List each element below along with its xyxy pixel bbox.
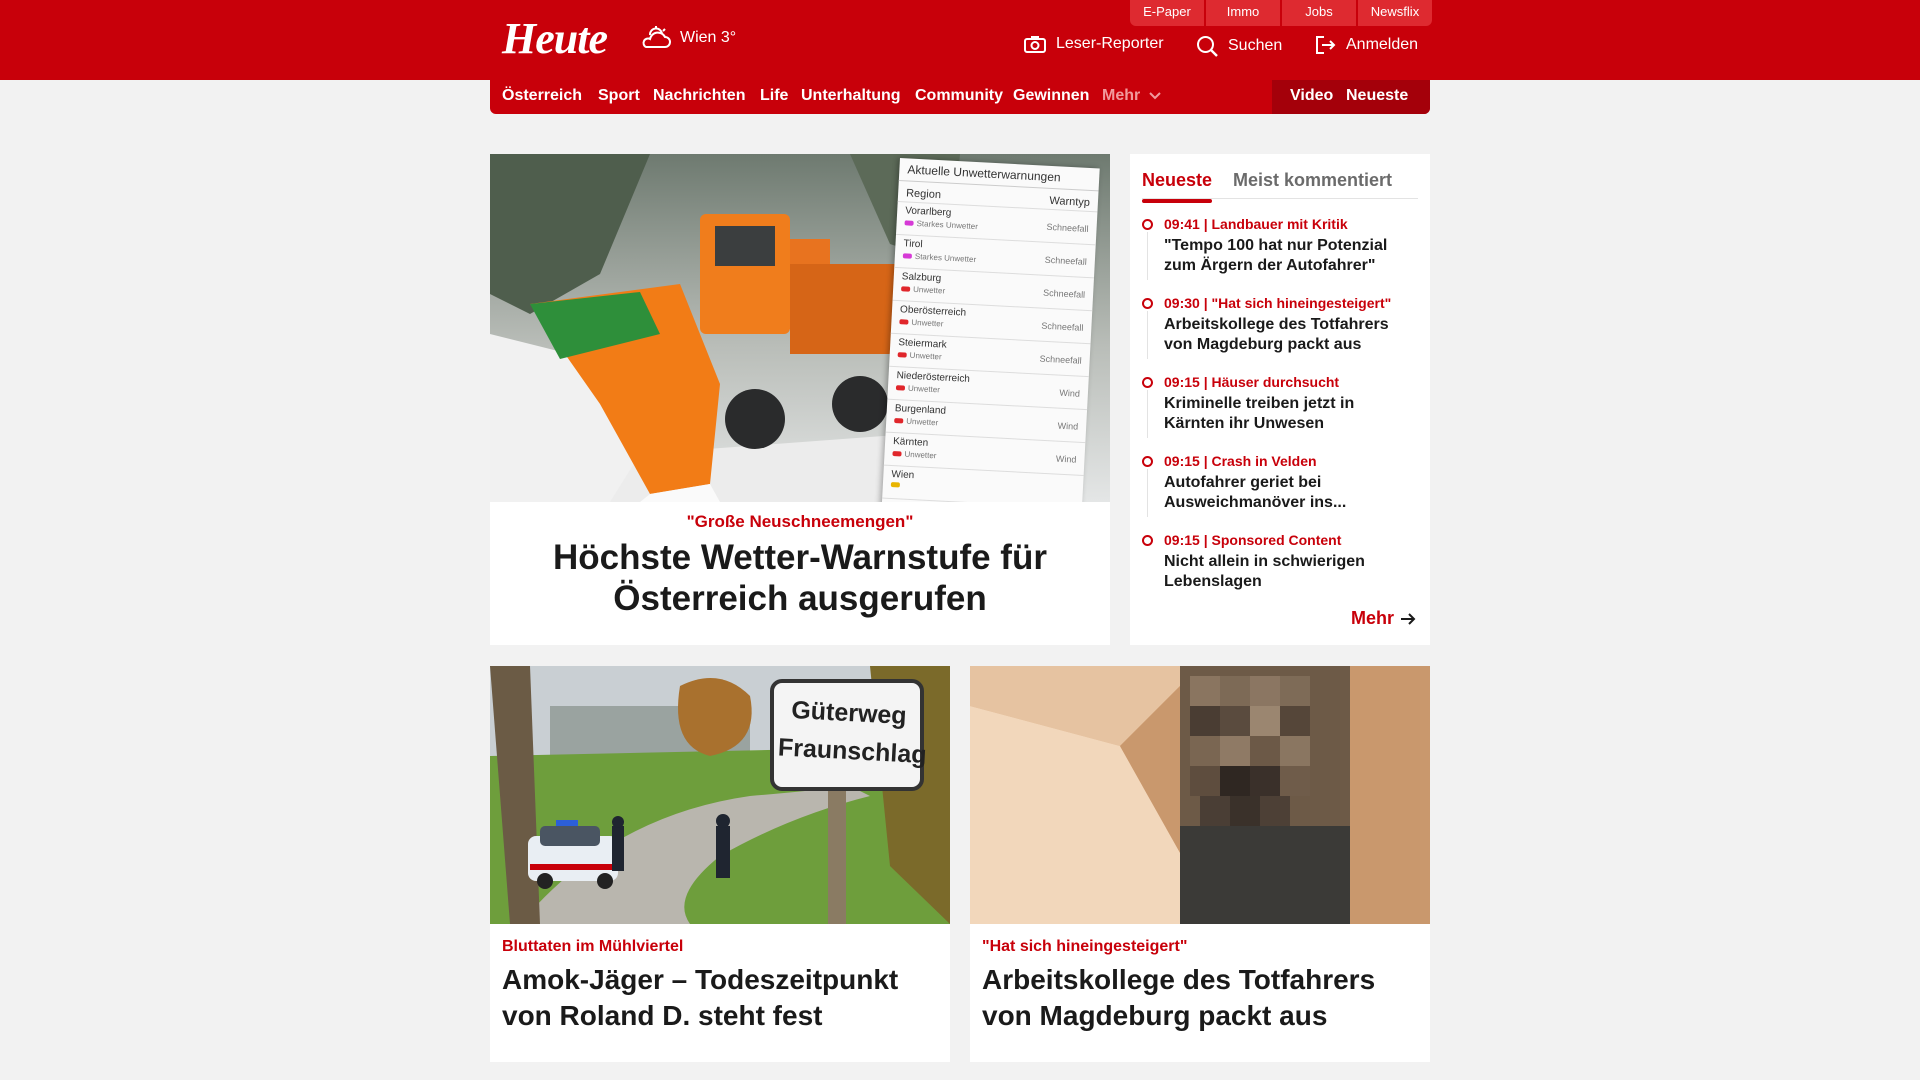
road-sign: Güterweg Fraunschlag [777,690,928,773]
news-item-meta: 09:30 | "Hat sich hineingesteigert" [1164,295,1392,311]
warning-level-swatch [890,481,901,488]
news-item-headline[interactable]: "Tempo 100 hat nur Potenzial zum Ärgern … [1164,236,1419,276]
pixelated-face [1180,666,1350,924]
heute-logo[interactable]: Heute [502,13,608,64]
warning-level-swatch [899,319,909,325]
search-button[interactable]: Suchen [1196,35,1282,57]
warnings-panel: Aktuelle Unwetterwarnungen Region Warnty… [881,158,1100,502]
hero-kicker: "Große Neuschneemengen" [686,512,914,531]
services-links: E-Paper Immo Jobs Newsflix [1130,0,1432,26]
news-item-meta: 09:15 | Häuser durchsucht [1164,374,1340,390]
warning-type: Schneefall [1041,320,1084,333]
search-icon [1197,36,1218,57]
warning-type: Schneefall [1042,287,1086,300]
latest-news-widget: Neueste Meist kommentiert 09:41 | Landba… [1130,154,1430,645]
news-item-headline[interactable]: Kriminelle treiben jetzt in Kärnten ihr … [1164,394,1419,434]
warning-level-swatch [902,253,913,259]
tab-neueste[interactable]: Neueste [1142,170,1213,203]
epaper-link[interactable]: E-Paper [1130,0,1204,26]
article-card[interactable]: Güterweg Fraunschlag Bluttaten im Mühlvi… [490,666,950,1062]
nav-item-unterhaltung[interactable]: Unterhaltung [801,87,901,105]
hero-image: Aktuelle Unwetterwarnungen Region Warnty… [490,154,1110,502]
warning-level-swatch [904,220,914,226]
latest-tabs: Neueste Meist kommentiert [1142,162,1418,203]
newsflix-link[interactable]: Newsflix [1358,0,1432,26]
nav-item-gewinnen[interactable]: Gewinnen [1013,87,1089,105]
timeline-line [1147,311,1148,359]
timeline-dot [1142,377,1153,388]
article-card-title[interactable]: Amok-Jäger – Todeszeitpunkt von Roland D… [502,962,942,1034]
warning-type: Schneefall [1044,254,1088,267]
hero-article[interactable]: Aktuelle Unwetterwarnungen Region Warnty… [490,154,1110,645]
login-icon [1316,36,1336,54]
article-card-image: Güterweg Fraunschlag [490,666,950,924]
nav-item-life[interactable]: Life [760,87,788,105]
top-bar: Heute Wien 3° E-Paper Immo Jobs Newsflix… [0,0,1920,80]
warning-level-swatch [892,451,902,457]
nav-right-group: Video Neueste [1272,80,1430,114]
article-card[interactable]: "Hat sich hineingesteigert" Arbeitskolle… [970,666,1430,1062]
nav-neueste[interactable]: Neueste [1346,87,1408,105]
timeline-line [1147,390,1148,438]
warning-level-swatch [894,418,904,424]
nav-more-label: Mehr [1102,87,1141,104]
login-label: Anmelden [1346,36,1419,53]
warning-type: Wind [1055,453,1077,465]
nav-item-oesterreich[interactable]: Österreich [502,87,582,105]
warning-level-swatch [895,385,906,391]
warning-type: Wind [1059,387,1081,399]
article-card-image [970,666,1430,924]
camera-icon [1024,36,1046,53]
warning-level-swatch [901,286,911,292]
timeline-line [1147,232,1148,280]
nav-more-dropdown[interactable]: Mehr [1102,87,1161,105]
nav-item-sport[interactable]: Sport [598,87,640,105]
arrow-right-icon [1401,612,1416,625]
warnings-col-region: Region [905,187,942,202]
login-button[interactable]: Anmelden [1314,35,1418,55]
article-card-kicker: Bluttaten im Mühlviertel [502,938,684,955]
warning-type: Schneefall [1046,221,1089,234]
warning-level-swatch [897,352,907,358]
timeline-dot [1142,298,1153,309]
latest-more-label: Mehr [1350,608,1394,628]
news-item-headline[interactable]: Arbeitskollege des Totfahrers von Magdeb… [1164,315,1419,355]
jobs-link[interactable]: Jobs [1282,0,1356,26]
news-item-meta: 09:41 | Landbauer mit Kritik [1164,216,1348,232]
nav-video[interactable]: Video [1290,87,1333,105]
news-item-meta: 09:15 | Sponsored Content [1164,532,1342,548]
timeline-dot [1142,456,1153,467]
news-item-headline[interactable]: Autofahrer geriet bei Ausweichmanöver in… [1164,473,1419,513]
hero-title[interactable]: Höchste Wetter-Warnstufe für Österreich … [510,537,1090,619]
weather-widget[interactable]: Wien 3° [640,25,736,51]
nav-item-nachrichten[interactable]: Nachrichten [653,87,745,105]
tab-meist-kommentiert[interactable]: Meist kommentiert [1233,170,1392,191]
latest-more-link[interactable]: Mehr [1351,608,1416,629]
warning-type: Schneefall [1039,353,1082,366]
news-item-meta: 09:15 | Crash in Velden [1164,453,1317,469]
cloud-sun-icon [642,26,671,48]
weather-label: Wien 3° [680,29,737,46]
warnings-col-type: Warntyp [1049,194,1091,209]
leser-reporter-label: Leser-Reporter [1056,35,1164,52]
article-card-title[interactable]: Arbeitskollege des Totfahrers von Magdeb… [982,962,1422,1034]
timeline-line [1147,469,1148,517]
warning-type: Wind [1057,420,1079,432]
news-item-headline[interactable]: Nicht allein in schwierigen Lebenslagen [1164,552,1419,592]
article-card-kicker: "Hat sich hineingesteigert" [982,938,1188,955]
main-navigation: Österreich Sport Nachrichten Life Unterh… [490,80,1430,114]
search-label: Suchen [1228,37,1283,54]
timeline-dot [1142,535,1153,546]
chevron-down-icon [1148,92,1161,100]
nav-item-community[interactable]: Community [915,87,1003,105]
immo-link[interactable]: Immo [1206,0,1280,26]
timeline-dot [1142,219,1153,230]
leser-reporter-button[interactable]: Leser-Reporter [1024,35,1164,53]
road-sign-line-2: Fraunschlag [777,733,928,770]
